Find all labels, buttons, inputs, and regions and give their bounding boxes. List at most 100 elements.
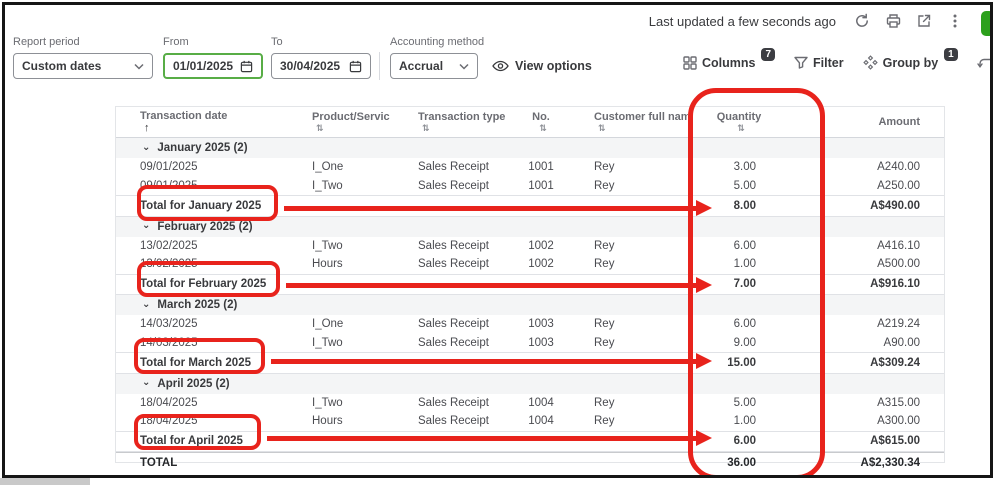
from-date-input[interactable]: 01/01/2025 [163,53,263,79]
from-date-value: 01/01/2025 [173,59,234,73]
group-header-label: ⌄ January 2025 (2) [116,142,942,155]
cell-no: 1004 [528,396,554,409]
cell-product: I_One [312,318,344,331]
cell-no: 1001 [528,179,554,192]
group-header-label: ⌄ April 2025 (2) [116,377,942,390]
cell-product: Hours [312,258,343,271]
cell-type: Sales Receipt [418,179,489,192]
sort-both-icon: ⇅ [737,122,745,133]
grand-total-amount: A$2,330.34 [860,456,920,469]
view-options-button[interactable]: View options [492,53,592,79]
report-toolbar: Columns 7 Filter Group by 1 Pivot [683,48,990,70]
group-total-quantity: 6.00 [733,435,756,448]
chevron-down-icon[interactable]: ⌄ [142,299,150,310]
cell-type: Sales Receipt [418,396,489,409]
column-header-label: Product/Service [312,110,390,123]
group-header-row[interactable]: ⌄ February 2025 (2) [116,216,944,237]
group-by-button[interactable]: Group by 1 [862,48,958,70]
sort-both-icon: ⇅ [422,122,430,133]
column-header-amount[interactable]: Amount [816,116,942,128]
cell-amount: A315.00 [877,396,920,409]
group-header-text: February 2025 (2) [157,220,253,233]
kebab-menu-icon[interactable] [946,12,964,30]
cell-type: Sales Receipt [418,415,489,428]
table-row[interactable]: 09/01/2025 I_Two Sales Receipt 1001 Rey 5.00 A… [116,177,944,196]
column-header-quantity[interactable]: Quantity ⇅ [688,111,816,134]
cell-type: Sales Receipt [418,161,489,174]
cell-customer: Rey [594,336,615,349]
view-options-label: View options [515,59,592,73]
cell-date: 13/02/2025 [140,239,198,252]
group-total-label: Total for January 2025 [140,199,262,212]
grand-total-quantity: 36.00 [727,456,756,469]
table-row[interactable]: 13/02/2025 I_Two Sales Receipt 1002 Rey 6.00 A… [116,237,944,256]
cell-date: 18/04/2025 [140,396,198,409]
cell-no: 1003 [528,336,554,349]
group-by-label: Group by [882,55,939,70]
sort-both-icon: ⇅ [316,122,324,133]
cell-qty: 3.00 [733,161,756,174]
group-total-quantity: 7.00 [733,278,756,291]
group-header-row[interactable]: ⌄ April 2025 (2) [116,373,944,394]
group-total-quantity: 15.00 [727,356,756,369]
table-row[interactable]: 14/03/2025 I_One Sales Receipt 1003 Rey 6.00 A… [116,315,944,334]
table-row[interactable]: 13/02/2025 Hours Sales Receipt 1002 Rey 1.00 A… [116,255,944,274]
group-header-label: ⌄ February 2025 (2) [116,220,942,233]
column-header-label: Quantity [716,110,762,123]
cell-qty: 6.00 [733,239,756,252]
table-row[interactable]: 14/03/2025 I_Two Sales Receipt 1003 Rey 9.00 A… [116,334,944,353]
cell-amount: A219.24 [877,318,920,331]
report-window: Last updated a few seconds ago Report pe… [2,2,993,478]
column-header-no-[interactable]: No. ⇅ [512,111,570,134]
cell-date: 09/01/2025 [140,161,198,174]
table-row[interactable]: 18/04/2025 Hours Sales Receipt 1004 Rey 1.00 A… [116,412,944,431]
cell-date: 14/03/2025 [140,336,198,349]
column-header-label: Transaction type [418,110,506,123]
group-total-amount: A$309.24 [870,356,920,369]
refresh-icon[interactable] [853,12,871,30]
cell-qty: 1.00 [733,415,756,428]
cell-amount: A240.00 [877,161,920,174]
table-row[interactable]: 18/04/2025 I_Two Sales Receipt 1004 Rey 5.00 A… [116,394,944,413]
calendar-icon[interactable] [240,60,253,73]
chevron-down-icon[interactable]: ⌄ [142,142,150,153]
to-date-input[interactable]: 30/04/2025 [271,53,371,79]
sort-both-icon: ⇅ [539,122,547,133]
cell-product: I_Two [312,396,343,409]
column-header-transaction-date[interactable]: Transaction date ↑ [116,110,284,134]
chevron-down-icon [134,63,144,70]
group-header-row[interactable]: ⌄ January 2025 (2) [116,138,944,158]
filter-button[interactable]: Filter [794,56,844,70]
accounting-method-select[interactable]: Accrual [390,53,478,79]
pivot-button[interactable]: Pivot [977,56,990,70]
cell-product: I_Two [312,239,343,252]
column-header-transaction-type[interactable]: Transaction type ⇅ [390,111,512,134]
column-header-customer-full-name[interactable]: Customer full name ⇅ [570,111,688,134]
group-total-label: Total for March 2025 [140,356,251,369]
cell-date: 18/04/2025 [140,415,198,428]
table-row[interactable]: 09/01/2025 I_One Sales Receipt 1001 Rey 3.00 A… [116,158,944,177]
export-icon[interactable] [915,12,933,30]
print-icon[interactable] [884,12,902,30]
column-header-product-service[interactable]: Product/Service ⇅ [284,111,390,134]
group-header-label: ⌄ March 2025 (2) [116,299,942,312]
columns-button[interactable]: Columns 7 [683,48,776,70]
report-period-select[interactable]: Custom dates [13,53,153,79]
cell-product: Hours [312,415,343,428]
cell-type: Sales Receipt [418,258,489,271]
cell-amount: A250.00 [877,179,920,192]
cell-product: I_Two [312,179,343,192]
column-header-label: Customer full name [594,110,688,123]
group-by-icon [862,55,878,70]
cell-customer: Rey [594,396,615,409]
report-table: Transaction date ↑ Product/Service ⇅ Transac… [115,106,945,469]
chevron-down-icon[interactable]: ⌄ [142,377,150,388]
cell-qty: 6.00 [733,318,756,331]
funnel-icon [794,56,808,69]
green-button-partial[interactable] [981,11,990,36]
column-header-label: Transaction date [140,110,228,122]
cell-type: Sales Receipt [418,336,489,349]
calendar-icon[interactable] [349,60,362,73]
group-header-row[interactable]: ⌄ March 2025 (2) [116,295,944,315]
chevron-down-icon[interactable]: ⌄ [142,220,150,231]
